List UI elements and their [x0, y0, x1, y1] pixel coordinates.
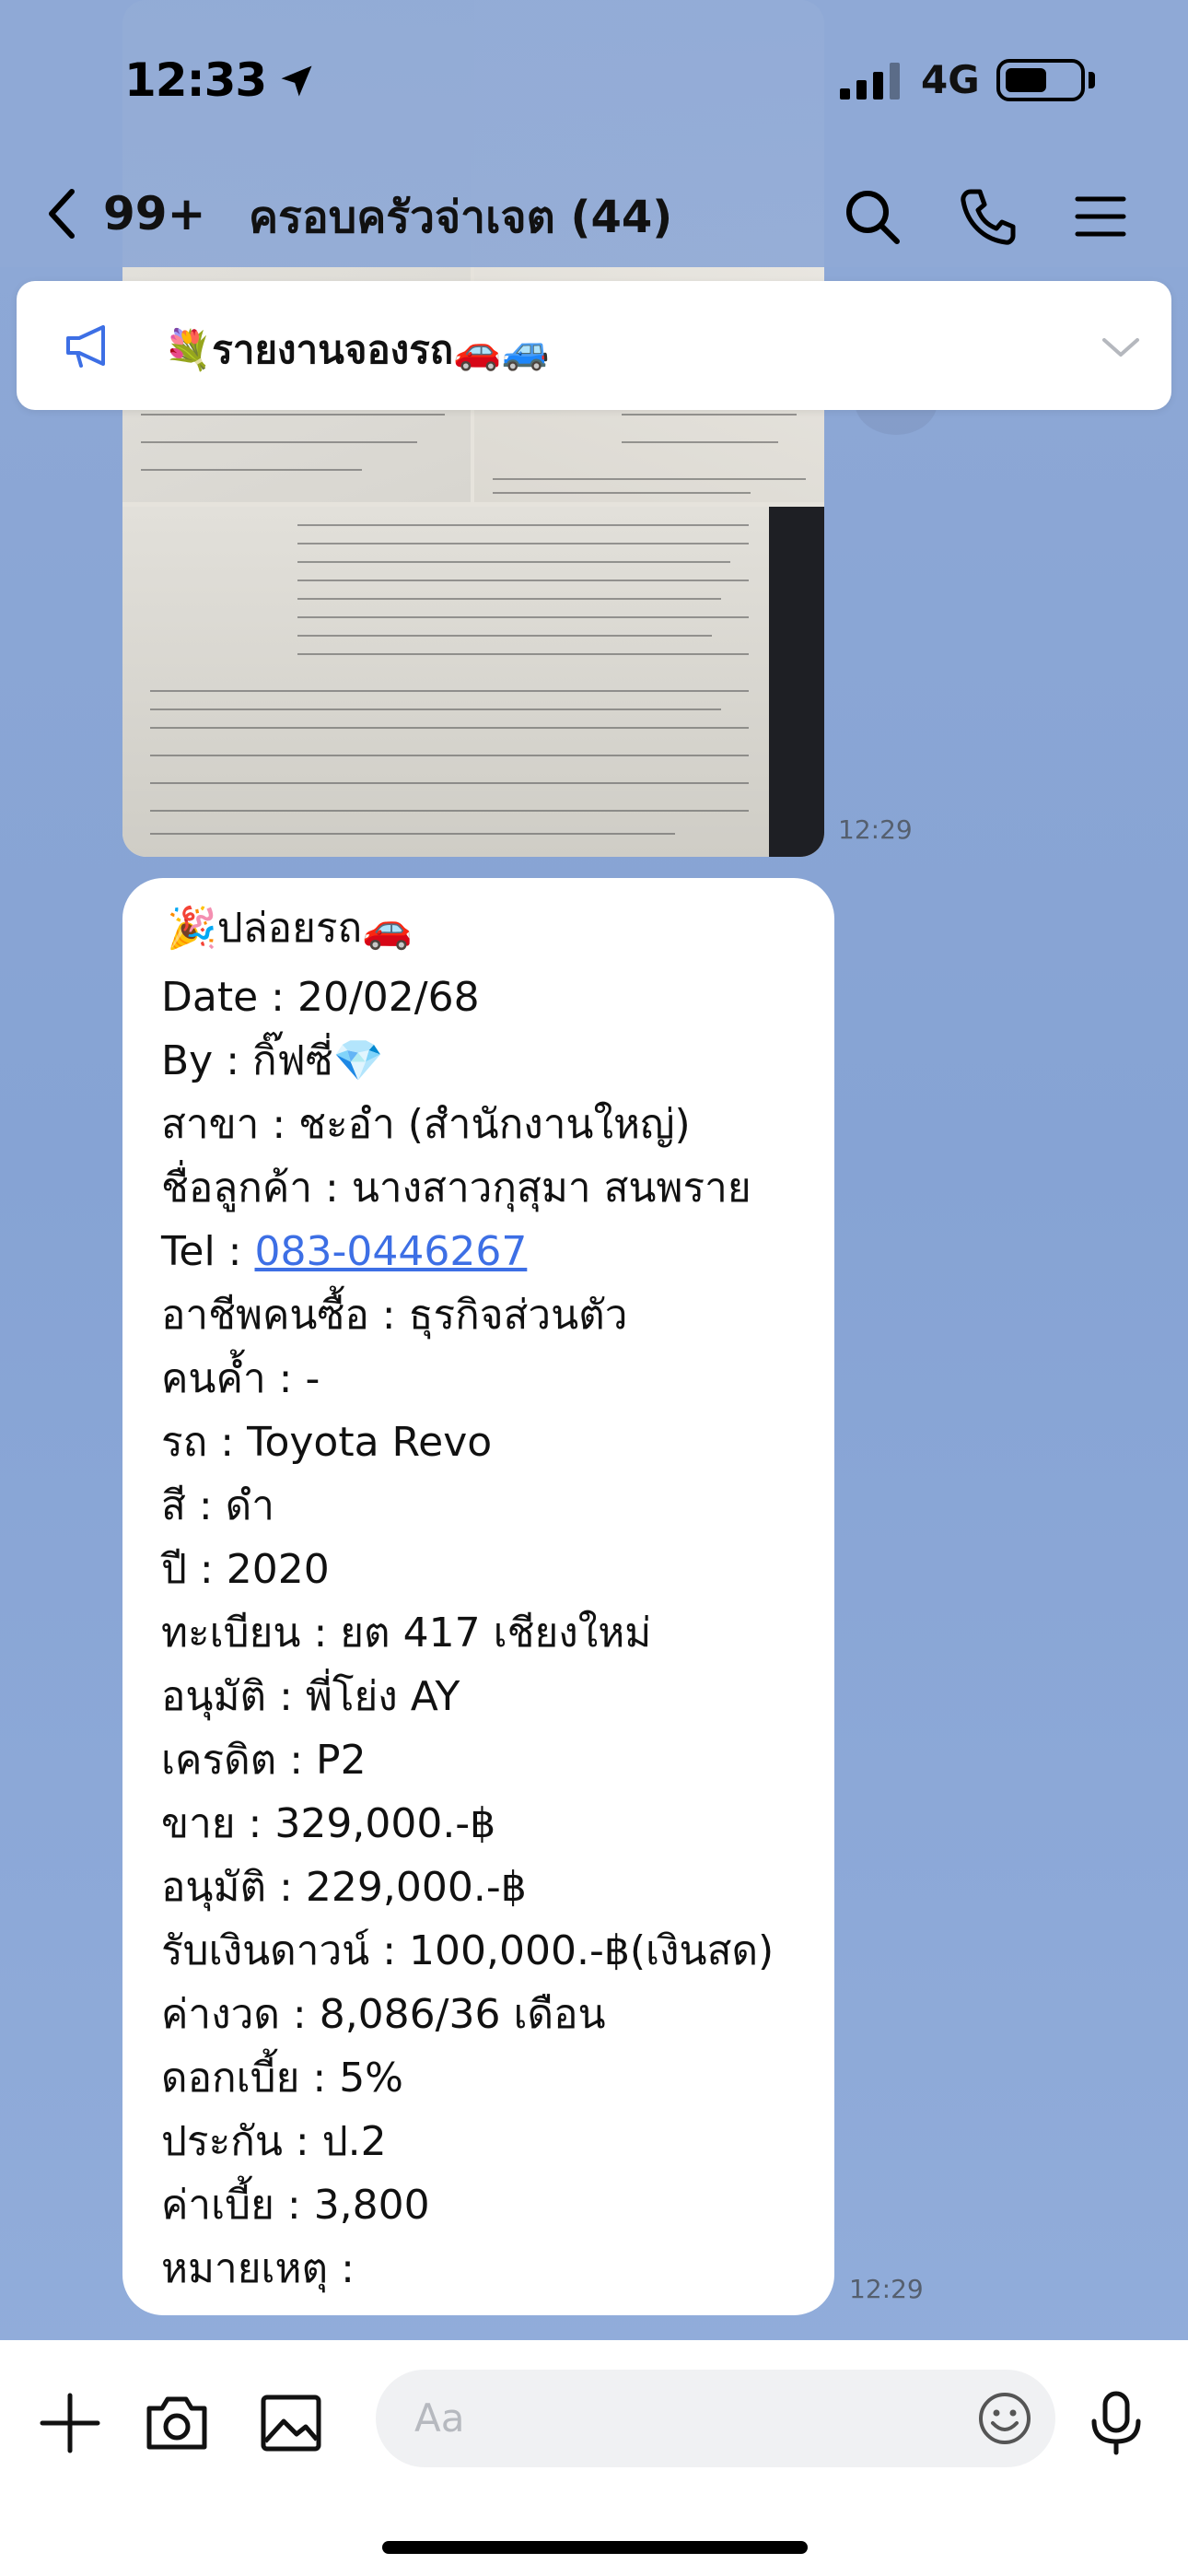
- message-line: ดอกเบี้ย : 5%: [161, 2055, 403, 2102]
- photo-background: [769, 507, 824, 857]
- message-line: สี : ดำ: [161, 1482, 274, 1529]
- chat-title[interactable]: ครอบครัวจ่าเจต (44): [249, 182, 672, 252]
- microphone-icon[interactable]: [1079, 2386, 1153, 2460]
- phone-icon[interactable]: [956, 184, 1020, 249]
- network-type: 4G: [921, 57, 980, 102]
- search-icon[interactable]: [840, 184, 904, 249]
- message-time: 12:29: [838, 814, 913, 845]
- menu-icon[interactable]: [1068, 184, 1133, 249]
- message-line: คนค้ำ : -: [161, 1355, 320, 1402]
- message-line: ขาย : 329,000.-฿: [161, 1800, 496, 1847]
- announcement-text: 💐รายงานจองรถ🚗🚙: [164, 327, 550, 372]
- message-line: ทะเบียน : ยต 417 เชียงใหม่: [161, 1610, 652, 1657]
- message-line: ค่าเบี้ย : 3,800: [161, 2182, 430, 2229]
- status-bar-overlay: 12:33 4G: [0, 0, 1188, 157]
- message-line: ชื่อลูกค้า : นางสาวกุสุมา สนพราย: [161, 1165, 751, 1212]
- message-line: ค่างวด : 8,086/36 เดือน: [161, 1991, 606, 2038]
- message-line: 🎉ปล่อยรถ🚗: [167, 905, 413, 952]
- message-time: 12:29: [849, 2274, 924, 2304]
- document-photo: [122, 507, 824, 857]
- pinned-announcement[interactable]: 💐รายงานจองรถ🚗🚙: [17, 281, 1171, 410]
- back-chevron-icon: [49, 189, 75, 239]
- emoji-icon[interactable]: [976, 2390, 1033, 2447]
- location-arrow-icon: [281, 65, 312, 97]
- plus-icon[interactable]: [33, 2386, 107, 2460]
- battery-tip: [1089, 72, 1095, 88]
- camera-icon[interactable]: [140, 2386, 214, 2460]
- tel-label: Tel :: [161, 1228, 255, 1275]
- message-line: เครดิต : P2: [161, 1737, 367, 1784]
- header-layer: 12:33 4G 99+ ครอบครัวจ่าเจต (44): [0, 0, 1188, 267]
- battery-icon: [996, 59, 1085, 101]
- message-line: อาชีพคนซื้อ : ธุรกิจส่วนตัว: [161, 1292, 628, 1339]
- chat-header-overlay: 99+ ครอบครัวจ่าเจต (44): [0, 157, 1188, 267]
- message-line: หมายเหตุ :: [161, 2245, 355, 2292]
- message-line: By : กิ๊ฟซี่💎: [161, 1037, 384, 1084]
- message-line: รับเงินดาวน์ : 100,000.-฿(เงินสด): [161, 1927, 775, 1974]
- message-input[interactable]: Aa: [376, 2370, 1055, 2467]
- megaphone-icon: [66, 325, 105, 368]
- chevron-down-icon[interactable]: [1101, 336, 1140, 358]
- signal-icon: [840, 63, 900, 100]
- back-button[interactable]: 99+: [44, 177, 205, 251]
- text-message-bubble[interactable]: 🎉ปล่อยรถ🚗 Date : 20/02/68 By : กิ๊ฟซี่💎 …: [122, 878, 834, 2315]
- message-line: ปี : 2020: [161, 1546, 330, 1593]
- unread-count: 99+: [103, 187, 206, 240]
- image-icon[interactable]: [254, 2386, 328, 2460]
- input-placeholder: Aa: [414, 2395, 465, 2441]
- message-line: สาขา : ชะอำ (สำนักงานใหญ่): [161, 1101, 691, 1148]
- message-line: อนุมัติ : 229,000.-฿: [161, 1864, 527, 1911]
- tel-line: Tel : 083-0446267: [161, 1224, 527, 1280]
- message-line: ประกัน : ป.2: [161, 2118, 387, 2165]
- document-text-lines: [150, 524, 749, 835]
- message-line: Date : 20/02/68: [161, 974, 480, 1021]
- phone-link[interactable]: 083-0446267: [255, 1228, 528, 1275]
- home-indicator: [382, 2541, 808, 2554]
- message-line: อนุมัติ : พี่โย่ง AY: [161, 1673, 460, 1720]
- message-line: รถ : Toyota Revo: [161, 1419, 493, 1466]
- status-time: 12:33: [124, 53, 267, 107]
